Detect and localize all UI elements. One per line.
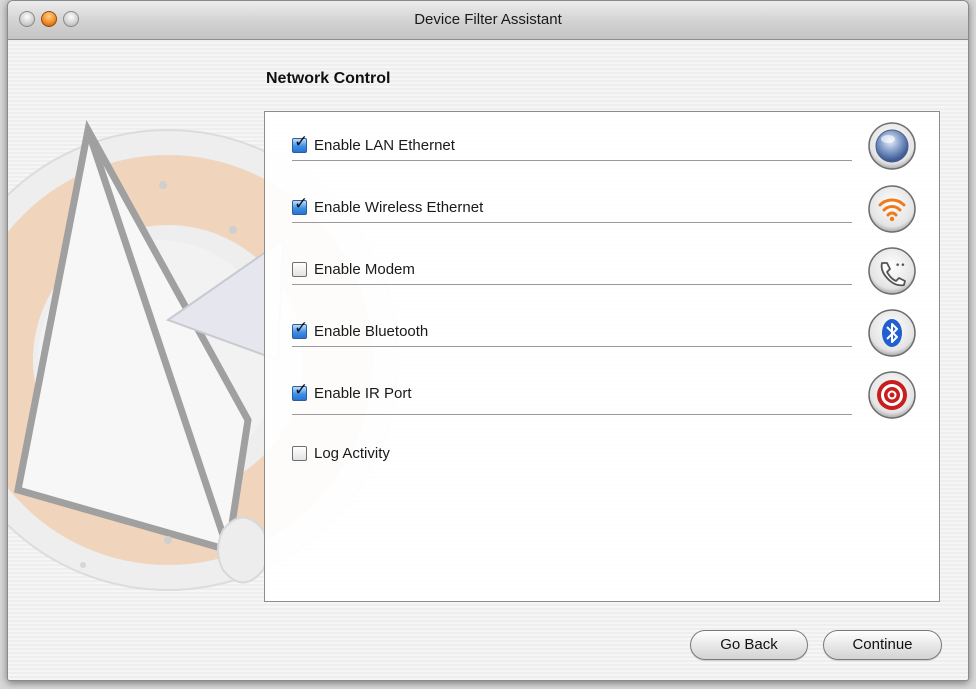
modem-checkbox[interactable] xyxy=(292,262,307,277)
modem-phone-icon: •• xyxy=(868,247,916,295)
checkmark-icon: ✓ xyxy=(294,380,309,399)
option-row-modem: Enable Modem xyxy=(292,257,852,285)
bluetooth-icon xyxy=(868,309,916,357)
bluetooth-label[interactable]: Enable Bluetooth xyxy=(314,323,428,340)
wireless-ethernet-label[interactable]: Enable Wireless Ethernet xyxy=(314,199,483,216)
section-title: Network Control xyxy=(266,70,391,87)
checkmark-icon: ✓ xyxy=(294,194,309,213)
continue-button[interactable]: Continue xyxy=(823,630,942,660)
assistant-window: Device Filter Assistant Network Control … xyxy=(7,0,969,681)
title-bar[interactable]: Device Filter Assistant xyxy=(8,1,968,40)
option-row-wireless: ✓ Enable Wireless Ethernet xyxy=(292,195,852,223)
row-divider xyxy=(292,160,852,161)
row-divider xyxy=(292,222,852,223)
log-activity-label[interactable]: Log Activity xyxy=(314,445,390,462)
row-divider xyxy=(292,414,852,415)
ir-port-icon xyxy=(868,371,916,419)
option-row-lan: ✓ Enable LAN Ethernet xyxy=(292,133,852,161)
lan-ethernet-checkbox[interactable]: ✓ xyxy=(292,133,308,153)
wireless-ethernet-checkbox[interactable]: ✓ xyxy=(292,195,308,215)
svg-text:••: •• xyxy=(895,261,906,271)
row-divider xyxy=(292,346,852,347)
option-row-bluetooth: ✓ Enable Bluetooth xyxy=(292,319,852,347)
network-globe-icon xyxy=(868,122,916,170)
ir-port-checkbox[interactable]: ✓ xyxy=(292,381,308,401)
option-row-log: Log Activity xyxy=(292,441,852,469)
log-activity-checkbox[interactable] xyxy=(292,446,307,461)
option-row-ir: ✓ Enable IR Port xyxy=(292,381,852,415)
bluetooth-checkbox[interactable]: ✓ xyxy=(292,319,308,339)
options-panel: ✓ Enable LAN Ethernet ✓ Enable Wireless … xyxy=(264,111,940,602)
modem-label[interactable]: Enable Modem xyxy=(314,261,415,278)
ir-port-label[interactable]: Enable IR Port xyxy=(314,385,412,402)
window-title: Device Filter Assistant xyxy=(414,11,562,28)
lan-ethernet-label[interactable]: Enable LAN Ethernet xyxy=(314,137,455,154)
checkmark-icon: ✓ xyxy=(294,132,309,151)
wifi-icon xyxy=(868,185,916,233)
go-back-button[interactable]: Go Back xyxy=(690,630,808,660)
row-divider xyxy=(292,284,852,285)
assistant-content: Network Control ✓ Enable LAN Ethernet ✓ … xyxy=(8,40,968,680)
checkmark-icon: ✓ xyxy=(294,318,309,337)
